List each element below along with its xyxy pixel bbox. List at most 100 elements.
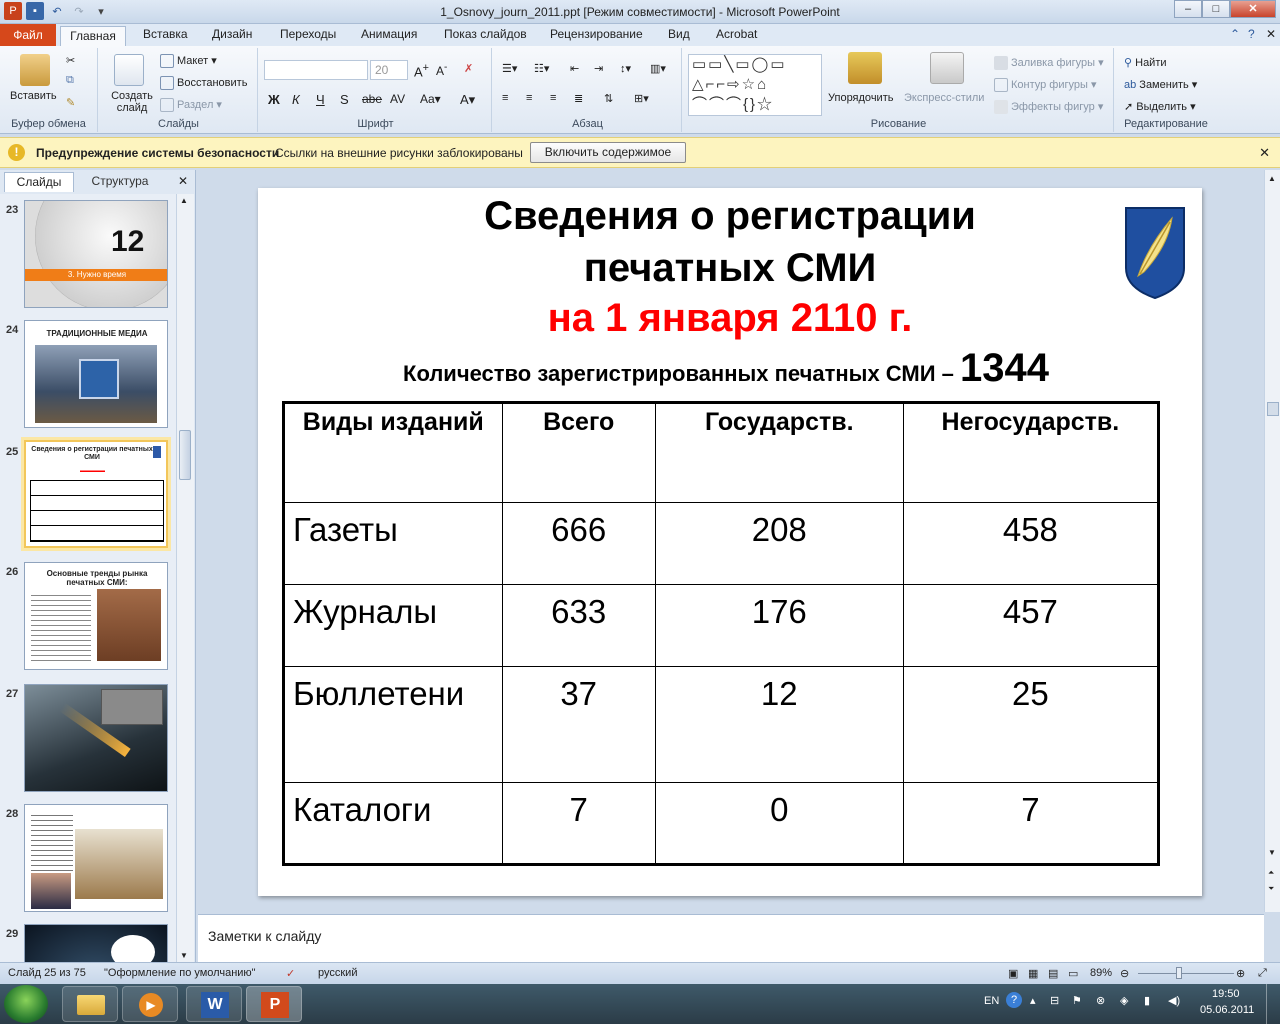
notes-placeholder[interactable]: Заметки к слайду [208, 928, 321, 944]
shapes-gallery[interactable]: ▭▭╲▭◯▭ △⌐⌐⇨☆⌂ ⌒⌒⌒{}☆ [688, 54, 822, 116]
table-cell[interactable]: 457 [902, 584, 1160, 667]
align-left-icon[interactable]: ≡ [502, 92, 508, 104]
feather-crest-logo[interactable] [1124, 206, 1186, 300]
next-slide-icon[interactable]: ⏷ [1268, 884, 1274, 894]
volume-icon[interactable]: ◀) [1168, 994, 1180, 1007]
strike-icon[interactable]: abe [362, 92, 382, 106]
start-button[interactable] [4, 985, 48, 1023]
scroll-down-icon[interactable]: ▼ [1268, 848, 1276, 857]
help-icon[interactable]: ? [1248, 27, 1255, 41]
doc-close-icon[interactable]: ✕ [1266, 27, 1276, 41]
columns-icon[interactable]: ▥▾ [650, 62, 666, 75]
slide-thumbnail-24[interactable]: ТРАДИЦИОННЫЕ МЕДИА [24, 320, 168, 428]
grow-font-icon[interactable]: A+ [414, 62, 429, 79]
shape-outline-button[interactable]: Контур фигуры ▾ [994, 78, 1097, 93]
slide-thumbnail-25[interactable]: Сведения о регистрации печатных СМИ ▬▬▬▬… [24, 440, 168, 548]
zoom-slider[interactable] [1138, 973, 1234, 974]
tab-view[interactable]: Вид [668, 27, 690, 41]
tab-home[interactable]: Главная [60, 26, 126, 47]
table-cell[interactable]: 208 [654, 502, 904, 585]
network-signal-icon[interactable]: ▮ [1144, 994, 1150, 1007]
media-player-taskbar-button[interactable]: ▶ [122, 986, 178, 1022]
scroll-up-icon[interactable]: ▲ [180, 196, 188, 205]
tab-slideshow[interactable]: Показ слайдов [444, 27, 527, 41]
clock-time[interactable]: 19:50 [1212, 988, 1240, 1000]
slide-canvas[interactable]: Сведения о регистрации печатных СМИ на 1… [258, 188, 1202, 896]
header-cell[interactable]: Всего [501, 402, 656, 503]
slide-date-line[interactable]: на 1 января 2110 г. [258, 296, 1202, 341]
numbering-icon[interactable]: ☷▾ [534, 62, 549, 75]
table-cell[interactable]: Журналы [283, 584, 503, 667]
notes-pane[interactable]: Заметки к слайду [198, 914, 1264, 962]
scroll-up-icon[interactable]: ▲ [1268, 174, 1276, 183]
clock-date[interactable]: 05.06.2011 [1200, 1004, 1254, 1016]
slideshow-view-icon[interactable]: ▭ [1068, 967, 1078, 980]
previous-slide-icon[interactable]: ⏶ [1268, 868, 1274, 878]
table-cell[interactable]: 176 [654, 584, 904, 667]
table-cell[interactable]: 37 [501, 666, 656, 783]
decrease-indent-icon[interactable]: ⇤ [570, 62, 579, 75]
bullets-icon[interactable]: ☰▾ [502, 62, 517, 75]
quick-styles-button[interactable]: Экспресс-стили [904, 92, 984, 104]
tab-design[interactable]: Дизайн [212, 27, 252, 41]
spacing-icon[interactable]: AV [390, 92, 405, 106]
powerpoint-taskbar-button[interactable]: P [246, 986, 302, 1022]
input-language[interactable]: EN [984, 995, 999, 1007]
slide-count-line[interactable]: Количество зарегистрированных печатных С… [258, 346, 1194, 391]
paste-icon[interactable] [20, 54, 50, 86]
minimize-button[interactable]: – [1174, 0, 1202, 18]
new-slide-icon[interactable] [114, 54, 144, 86]
tab-review[interactable]: Рецензирование [550, 27, 643, 41]
bold-icon[interactable]: Ж [268, 92, 280, 107]
align-center-icon[interactable]: ≡ [526, 92, 532, 104]
skype-tray-icon[interactable]: ⊗ [1096, 994, 1105, 1007]
table-cell[interactable]: 458 [902, 502, 1160, 585]
network-tray-icon[interactable]: ⊟ [1050, 994, 1059, 1007]
close-warning-icon[interactable]: ✕ [1259, 145, 1270, 161]
replace-button[interactable]: ab Заменить ▾ [1124, 78, 1197, 91]
paste-button[interactable]: Вставить [10, 90, 57, 102]
italic-icon[interactable]: К [292, 92, 300, 107]
table-cell[interactable]: 7 [902, 782, 1160, 865]
justify-icon[interactable]: ≣ [574, 92, 583, 105]
table-cell[interactable]: 666 [501, 502, 656, 585]
slide-thumbnail-26[interactable]: Основные тренды рынка печатных СМИ: [24, 562, 168, 670]
word-taskbar-button[interactable]: W [186, 986, 242, 1022]
slide-thumbnail-27[interactable] [24, 684, 168, 792]
thumbnail-scrollbar[interactable]: ▲ ▼ [176, 194, 194, 962]
font-name-combo[interactable] [264, 60, 368, 80]
tab-insert[interactable]: Вставка [143, 27, 188, 41]
slide-title-line1[interactable]: Сведения о регистрации [258, 194, 1202, 239]
zoom-in-icon[interactable]: ⊕ [1236, 967, 1245, 980]
zoom-level[interactable]: 89% [1090, 967, 1112, 979]
font-size-combo[interactable]: 20 [370, 60, 408, 80]
table-cell[interactable]: 0 [654, 782, 904, 865]
tab-outline[interactable]: Структура [84, 172, 156, 192]
table-cell[interactable]: 7 [501, 782, 656, 865]
tab-acrobat[interactable]: Acrobat [716, 27, 757, 41]
minimize-ribbon-icon[interactable]: ⌃ [1230, 27, 1240, 41]
zoom-out-icon[interactable]: ⊖ [1120, 967, 1129, 980]
slide-thumbnail-23[interactable]: 12 3. Нужно время [24, 200, 168, 308]
reading-view-icon[interactable]: ▤ [1048, 967, 1058, 980]
scroll-thumb[interactable] [179, 430, 191, 480]
find-button[interactable]: ⚲ Найти [1124, 56, 1167, 69]
slide-scrollbar[interactable]: ▲ ▼ ⏶ ⏷ [1264, 170, 1280, 912]
copy-icon[interactable]: ⧉ [66, 74, 74, 87]
line-spacing-icon[interactable]: ↕▾ [620, 62, 631, 75]
theme-name[interactable]: "Оформление по умолчанию" [104, 967, 256, 979]
smartart-icon[interactable]: ⊞▾ [634, 92, 649, 105]
table-cell[interactable]: Каталоги [283, 782, 503, 865]
header-cell[interactable]: Негосударств. [902, 402, 1160, 503]
update-tray-icon[interactable]: ◈ [1120, 994, 1128, 1007]
scroll-down-icon[interactable]: ▼ [180, 951, 188, 960]
close-button[interactable]: ✕ [1230, 0, 1276, 18]
section-button[interactable]: Раздел ▾ [160, 98, 222, 113]
layout-button[interactable]: Макет ▾ [160, 54, 217, 69]
text-direction-icon[interactable]: ⇅ [604, 92, 613, 105]
show-hidden-icon[interactable]: ▴ [1030, 994, 1036, 1007]
explorer-taskbar-button[interactable] [62, 986, 118, 1022]
align-right-icon[interactable]: ≡ [550, 92, 556, 104]
table-cell[interactable]: 25 [902, 666, 1160, 783]
increase-indent-icon[interactable]: ⇥ [594, 62, 603, 75]
